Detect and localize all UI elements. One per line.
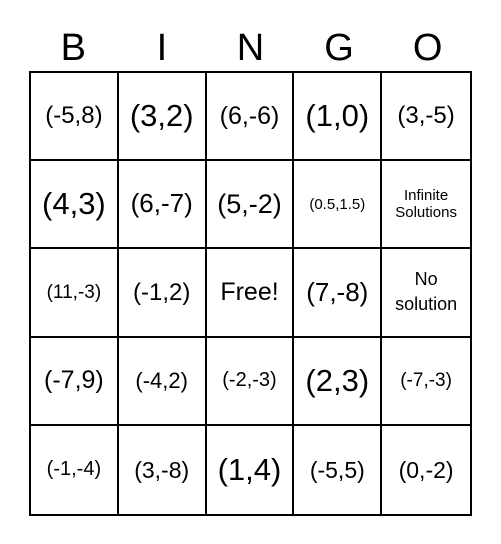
- bingo-cell[interactable]: (0.5,1.5): [294, 161, 383, 250]
- bingo-header: B I N G O: [29, 28, 472, 68]
- bingo-cell[interactable]: (6,-7): [118, 161, 207, 250]
- bingo-cell[interactable]: Infinite Solutions: [382, 161, 470, 250]
- bingo-cell[interactable]: (0,-2): [382, 426, 470, 514]
- bingo-cell[interactable]: (11,-3): [31, 249, 119, 338]
- bingo-cell[interactable]: (-5,5): [294, 425, 383, 514]
- bingo-cell[interactable]: (3,-8): [119, 425, 207, 514]
- bingo-cell[interactable]: (-7,-3): [382, 338, 470, 426]
- bingo-cell[interactable]: (1,0): [294, 73, 383, 162]
- bingo-grid: (-5,8) (3,2) (6,-6) (1,0) (3,-5) (4,3) (…: [29, 71, 472, 516]
- bingo-cell[interactable]: (2,3): [294, 337, 383, 426]
- bingo-cell[interactable]: (-2,-3): [206, 337, 295, 426]
- bingo-cell[interactable]: (-7,9): [31, 337, 119, 426]
- header-letter-g: G: [324, 27, 354, 69]
- header-letter-b: B: [60, 27, 86, 69]
- bingo-cell[interactable]: (-1,2): [118, 249, 207, 338]
- bingo-cell[interactable]: (6,-6): [206, 73, 295, 162]
- bingo-cell[interactable]: (1,4): [207, 425, 295, 514]
- bingo-cell[interactable]: (-1,-4): [31, 425, 119, 514]
- header-letter-i: I: [156, 27, 168, 69]
- bingo-cell[interactable]: No solution: [382, 249, 470, 338]
- bingo-cell[interactable]: (3,2): [118, 73, 207, 162]
- bingo-cell[interactable]: (7,-8): [294, 249, 383, 338]
- free-cell[interactable]: Free!: [206, 249, 295, 338]
- bingo-cell[interactable]: (3,-5): [382, 73, 470, 162]
- header-letter-o: O: [412, 27, 443, 69]
- bingo-cell[interactable]: (-4,2): [118, 337, 207, 426]
- bingo-cell[interactable]: (5,-2): [206, 161, 295, 250]
- bingo-cell[interactable]: (-5,8): [31, 73, 119, 162]
- bingo-cell[interactable]: (4,3): [31, 161, 119, 250]
- header-letter-n: N: [236, 27, 265, 69]
